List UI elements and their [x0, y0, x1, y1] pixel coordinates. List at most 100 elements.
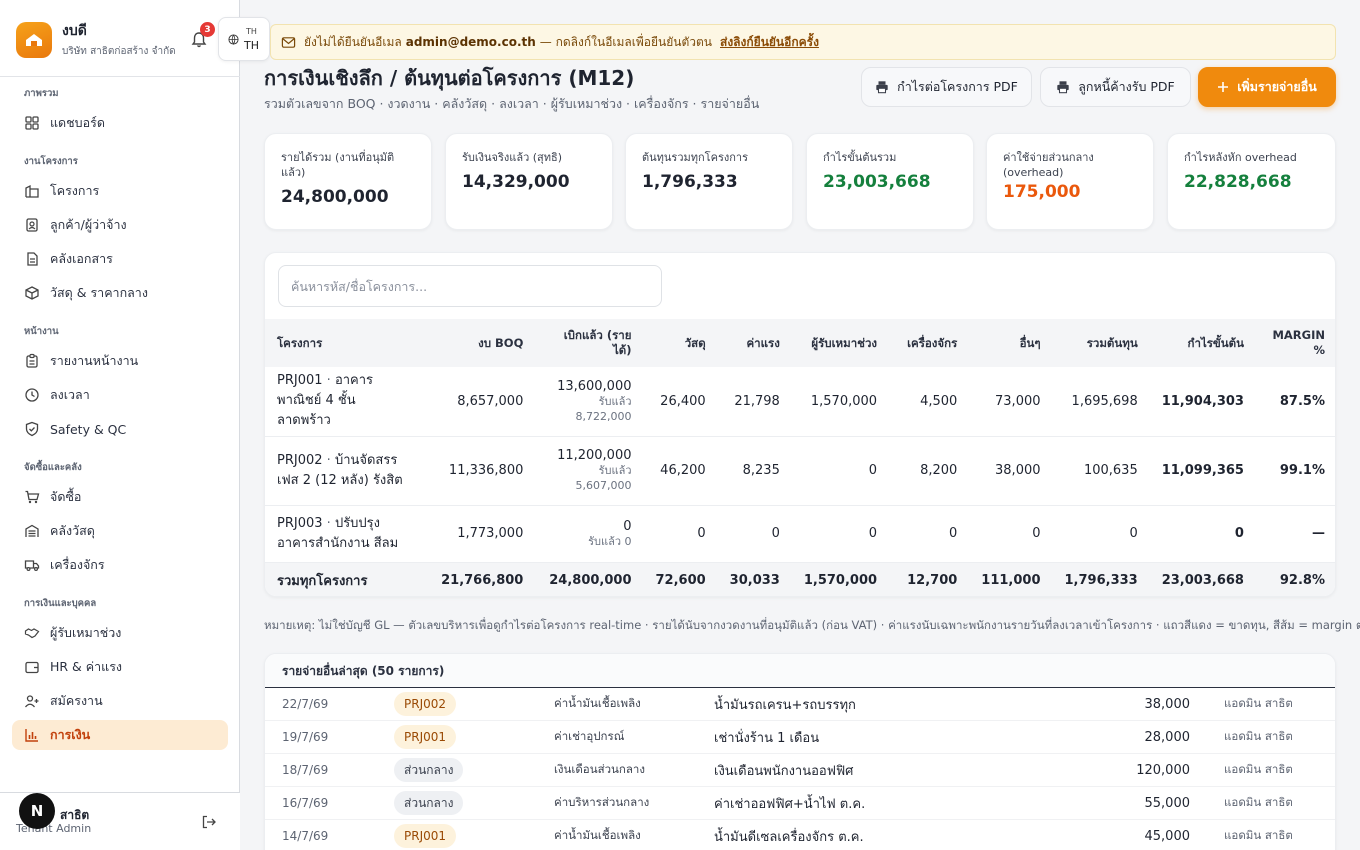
sidebar-item-finance[interactable]: การเงิน [12, 720, 228, 750]
brand-name: งบดี [62, 23, 87, 39]
resend-verification-link[interactable]: ส่งลิงก์ยืนยันอีกครั้ง [720, 33, 819, 52]
received-value: รับแล้ว 0 [588, 534, 632, 548]
table-row[interactable]: PRJ002 · บ้านจัดสรร เฟส 2 (12 หลัง) รังส… [265, 436, 1335, 506]
list-item[interactable]: 18/7/69 ส่วนกลาง เงินเดือนส่วนกลาง เงินเ… [265, 754, 1335, 787]
expense-project-tag: ส่วนกลาง [394, 791, 464, 815]
col-header-margin[interactable]: MARGIN % [1255, 319, 1335, 367]
handshake-icon [24, 628, 40, 639]
sidebar-item-machinery[interactable]: เครื่องจักร [12, 550, 228, 580]
logout-icon[interactable] [201, 814, 217, 830]
brand[interactable]: งบดี บริษัท สาธิตก่อสร้าง จำกัด [16, 20, 176, 59]
expense-date: 19/7/69 [282, 730, 329, 744]
banner-email: admin@demo.co.th [405, 35, 536, 49]
project-cell: PRJ002 · บ้านจัดสรร เฟส 2 (12 หลัง) รังส… [265, 436, 424, 506]
col-header-project[interactable]: โครงการ [265, 319, 424, 367]
kpi-label: ต้นทุนรวมทุกโครงการ [642, 151, 748, 164]
margin-cell: — [1255, 505, 1335, 563]
kpi-label: รายได้รวม (งานที่อนุมัติแล้ว) [281, 151, 395, 179]
sidebar-item-label: ลูกค้า/ผู้ว่าจ้าง [50, 217, 127, 232]
col-header-other[interactable]: อื่นๆ [969, 319, 1053, 367]
margin-cell: 87.5% [1255, 367, 1335, 437]
col-header-total-cost[interactable]: รวมต้นทุน [1052, 319, 1150, 367]
sidebar-item-daily-report[interactable]: รายงานหน้างาน [12, 346, 228, 376]
sidebar-nav: ภาพรวม แดชบอร์ด งานโครงการ โครงการ ลูกค้… [12, 84, 228, 754]
expense-category: ค่าบริหารส่วนกลาง [554, 795, 650, 809]
expense-user: แอดมิน สาธิต [1224, 762, 1293, 776]
user-plus-icon [24, 695, 39, 708]
list-item[interactable]: 16/7/69 ส่วนกลาง ค่าบริหารส่วนกลาง ค่าเช… [265, 787, 1335, 820]
sidebar-item-warehouse[interactable]: คลังวัสดุ [12, 516, 228, 546]
contact-icon [26, 218, 38, 232]
sidebar-item-documents[interactable]: คลังเอกสาร [12, 244, 228, 274]
sidebar-item-hr[interactable]: HR & ค่าแรง [12, 652, 228, 682]
boq-cell: 8,657,000 [423, 367, 536, 437]
sidebar-item-materials[interactable]: วัสดุ & ราคากลาง [12, 278, 228, 308]
col-header-material[interactable]: วัสดุ [643, 319, 718, 367]
sidebar-item-label: ลงเวลา [50, 387, 90, 402]
total-labor: 30,033 [717, 562, 792, 596]
list-item[interactable]: 19/7/69 PRJ001 ค่าเช่าอุปกรณ์ เช่านั่งร้… [265, 721, 1335, 754]
sidebar-item-label: จัดซื้อ [50, 489, 82, 504]
total-material: 72,600 [643, 562, 718, 596]
receivables-pdf-button[interactable]: ลูกหนี้ค้างรับ PDF [1040, 67, 1191, 107]
add-expense-button[interactable]: เพิ่มรายจ่ายอื่น [1198, 67, 1336, 107]
project-search-input[interactable] [278, 265, 662, 307]
sidebar-item-projects[interactable]: โครงการ [12, 176, 228, 206]
avatar[interactable]: N [19, 793, 55, 829]
printer-icon [1057, 81, 1069, 94]
total-boq: 21,766,800 [423, 562, 536, 596]
kpi-card-total-cost: ต้นทุนรวมทุกโครงการ 1,796,333 [625, 133, 793, 230]
list-item[interactable]: 14/7/69 PRJ001 ค่าน้ำมันเชื้อเพลิง น้ำมั… [265, 820, 1335, 850]
expense-user: แอดมิน สาธิต [1224, 828, 1293, 842]
billed-value: 13,600,000 [557, 378, 632, 394]
kpi-card-net-profit: กำไรหลังหัก overhead 22,828,668 [1167, 133, 1336, 230]
sidebar-item-label: HR & ค่าแรง [50, 659, 123, 674]
profit-per-project-pdf-button[interactable]: กำไรต่อโครงการ PDF [861, 67, 1032, 107]
project-cost-card: โครงการ งบ BOQ เบิกแล้ว (รายได้) วัสดุ ค… [264, 252, 1336, 597]
other-cell: 73,000 [969, 367, 1053, 437]
sidebar-item-label: โครงการ [50, 183, 100, 198]
sidebar-item-purchasing[interactable]: จัดซื้อ [12, 482, 228, 512]
box-icon [25, 286, 39, 300]
machine-cell: 0 [889, 505, 970, 563]
col-header-machine[interactable]: เครื่องจักร [889, 319, 970, 367]
expense-description: น้ำมันดีเซลเครื่องจักร ต.ค. [714, 829, 864, 845]
email-verify-banner: ยังไม่ได้ยืนยันอีเมล admin@demo.co.th — … [270, 24, 1336, 60]
sidebar-item-label: Safety & QC [50, 421, 127, 437]
kpi-value: 14,329,000 [462, 172, 570, 192]
sidebar-item-clients[interactable]: ลูกค้า/ผู้ว่าจ้าง [12, 210, 228, 240]
expense-date: 16/7/69 [282, 796, 329, 810]
table-total-row: รวมทุกโครงการ 21,766,800 24,800,000 72,6… [265, 562, 1335, 596]
table-row[interactable]: PRJ003 · ปรับปรุงอาคารสำนักงาน สีลม 1,77… [265, 505, 1335, 563]
gross-cell: 11,904,303 [1149, 367, 1256, 437]
total-cost-cell: 0 [1052, 505, 1150, 563]
kpi-label: รับเงินจริงแล้ว (สุทธิ) [462, 151, 563, 164]
table-row[interactable]: PRJ001 · อาคารพาณิชย์ 4 ชั้น ลาดพร้าว 8,… [265, 367, 1335, 437]
col-header-boq[interactable]: งบ BOQ [423, 319, 536, 367]
language-code: TH [244, 39, 259, 52]
sidebar-item-safety[interactable]: Safety & QC [12, 414, 228, 444]
sidebar-item-dashboard[interactable]: แดชบอร์ด [12, 108, 228, 138]
language-switcher[interactable]: TH TH [218, 17, 270, 61]
col-header-gross[interactable]: กำไรขั้นต้น [1149, 319, 1256, 367]
col-header-billed[interactable]: เบิกแล้ว (รายได้) [535, 319, 644, 367]
globe-icon [228, 34, 239, 45]
boq-cell: 1,773,000 [423, 505, 536, 563]
total-margin: 92.8% [1255, 562, 1335, 596]
col-header-sub[interactable]: ผู้รับเหมาช่วง [791, 319, 890, 367]
material-cell: 46,200 [643, 436, 718, 506]
sidebar-item-timesheet[interactable]: ลงเวลา [12, 380, 228, 410]
col-header-labor[interactable]: ค่าแรง [717, 319, 792, 367]
kpi-card-gross-profit: กำไรขั้นต้นรวม 23,003,668 [806, 133, 974, 230]
sidebar-item-subcontractors[interactable]: ผู้รับเหมาช่วง [12, 618, 228, 648]
sidebar: งบดี บริษัท สาธิตก่อสร้าง จำกัด 3 ภาพรวม… [0, 0, 240, 850]
list-item[interactable]: 22/7/69 PRJ002 ค่าน้ำมันเชื้อเพลิง น้ำมั… [265, 688, 1335, 721]
sidebar-item-recruit[interactable]: สมัครงาน [12, 686, 228, 716]
margin-cell: 99.1% [1255, 436, 1335, 506]
kpi-label: กำไรหลังหัก overhead [1184, 151, 1297, 164]
sidebar-item-label: คลังเอกสาร [50, 251, 113, 266]
document-icon [27, 252, 38, 266]
kpi-card-revenue: รายได้รวม (งานที่อนุมัติแล้ว) 24,800,000 [264, 133, 432, 230]
material-cell: 0 [643, 505, 718, 563]
nav-section-site: หน้างาน [24, 326, 59, 337]
